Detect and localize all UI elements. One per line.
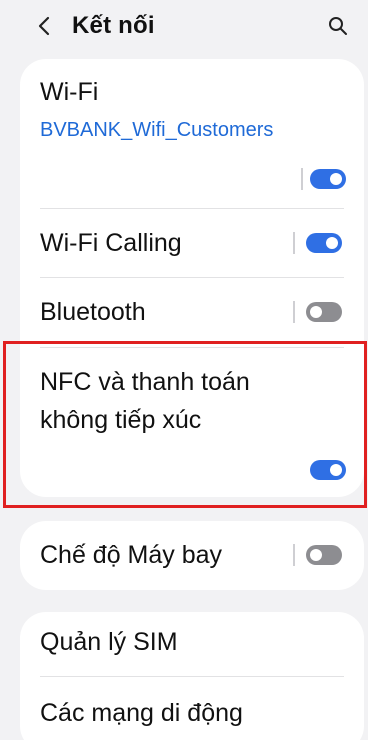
bluetooth-row[interactable]: Bluetooth bbox=[20, 278, 364, 347]
airplane-mode-label: Chế độ Máy bay bbox=[40, 541, 223, 569]
sim-manager-row[interactable]: Quản lý SIM bbox=[20, 612, 364, 676]
airplane-separator bbox=[293, 544, 295, 566]
connections-settings-screen: Kết nối Wi-Fi BVBANK_Wifi_Customers Wi-F… bbox=[0, 0, 368, 740]
wifi-row[interactable]: Wi-Fi BVBANK_Wifi_Customers bbox=[20, 59, 364, 207]
wifi-toggle[interactable] bbox=[310, 169, 346, 189]
wifi-network-name: BVBANK_Wifi_Customers bbox=[40, 119, 274, 141]
wifi-calling-label: Wi-Fi Calling bbox=[40, 229, 182, 257]
nfc-label-line1: NFC và thanh toán bbox=[40, 368, 250, 396]
bluetooth-separator bbox=[293, 301, 295, 323]
mobile-networks-row[interactable]: Các mạng di động bbox=[20, 677, 364, 740]
back-button[interactable] bbox=[30, 12, 58, 40]
nfc-toggle[interactable] bbox=[310, 460, 346, 480]
wifi-calling-separator bbox=[293, 232, 295, 254]
wifi-separator bbox=[301, 168, 303, 190]
search-icon bbox=[329, 17, 347, 35]
connections-card: Wi-Fi BVBANK_Wifi_Customers Wi-Fi Callin… bbox=[20, 59, 364, 497]
chevron-left-icon bbox=[38, 16, 50, 36]
mobile-networks-label: Các mạng di động bbox=[40, 699, 243, 727]
sim-manager-label: Quản lý SIM bbox=[40, 628, 178, 656]
search-button[interactable] bbox=[324, 12, 352, 40]
sim-card: Quản lý SIM Các mạng di động bbox=[20, 612, 364, 740]
bluetooth-label: Bluetooth bbox=[40, 298, 146, 326]
header: Kết nối bbox=[0, 0, 368, 52]
wifi-label: Wi-Fi bbox=[40, 78, 99, 106]
wifi-calling-row[interactable]: Wi-Fi Calling bbox=[20, 209, 364, 277]
bluetooth-toggle[interactable] bbox=[306, 302, 342, 322]
airplane-mode-toggle[interactable] bbox=[306, 545, 342, 565]
wifi-calling-toggle[interactable] bbox=[306, 233, 342, 253]
nfc-label-line2: không tiếp xúc bbox=[40, 406, 202, 434]
nfc-row[interactable]: NFC và thanh toán không tiếp xúc bbox=[20, 348, 364, 497]
airplane-mode-row[interactable]: Chế độ Máy bay bbox=[20, 521, 364, 590]
airplane-card: Chế độ Máy bay bbox=[20, 521, 364, 590]
page-title: Kết nối bbox=[72, 12, 155, 39]
